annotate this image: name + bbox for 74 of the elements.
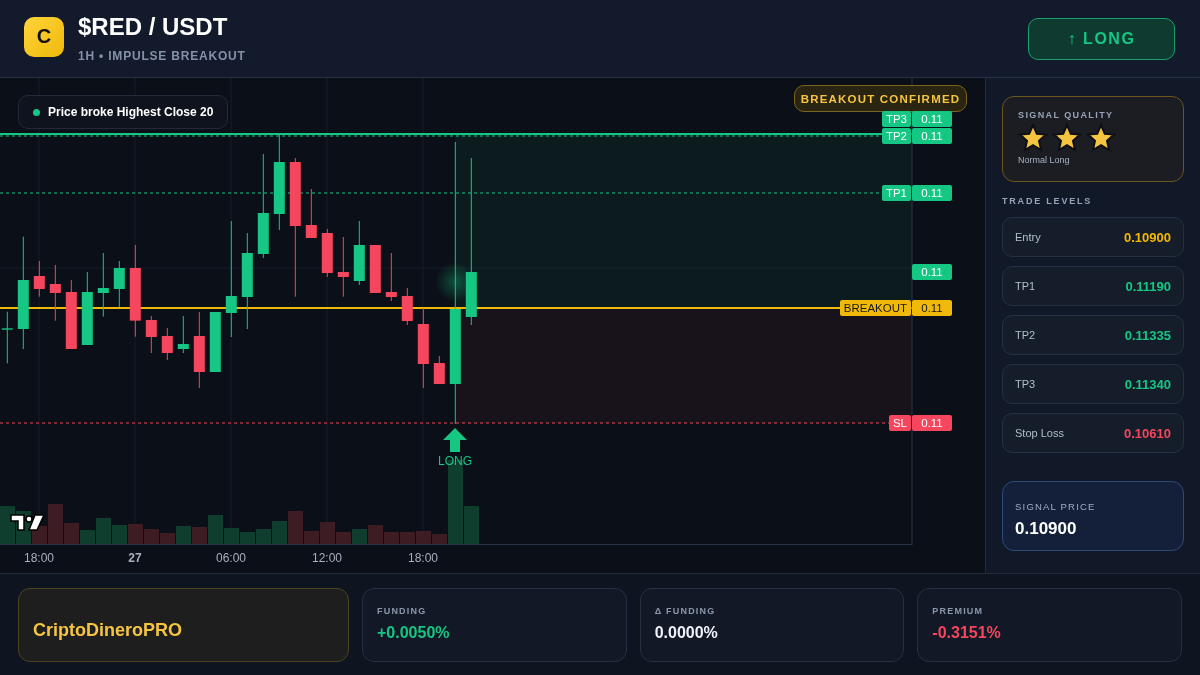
candlestick	[177, 315, 189, 354]
status-dot-icon	[33, 108, 40, 116]
section-heading: TRADE LEVELS	[1002, 196, 1094, 206]
level-value: 0.11190	[1125, 278, 1171, 294]
price-tag-value: 0.11	[912, 185, 952, 201]
candlestick	[321, 228, 333, 278]
level-label: TP1	[1015, 280, 1036, 292]
candlestick	[1, 311, 13, 364]
candlestick	[97, 252, 109, 318]
candlestick	[385, 252, 397, 302]
volume-bar	[112, 525, 127, 545]
long-button[interactable]: ↑ LONG	[1028, 17, 1175, 60]
candlestick	[305, 188, 317, 239]
price-tag-value: 0.11	[912, 415, 952, 431]
stat-value: -0.3151%	[932, 624, 1002, 642]
candlestick	[209, 311, 221, 373]
level-value: 0.11335	[1124, 327, 1171, 343]
brand-card: CriptoDineroPRO	[18, 588, 349, 662]
volume-bar	[128, 524, 143, 545]
time-axis-label: 18:00	[24, 551, 54, 565]
price-tag-value: 0.11	[912, 111, 952, 127]
level-label: Entry	[1015, 231, 1041, 243]
candlestick	[113, 260, 125, 308]
app-logo: C	[24, 16, 64, 57]
star-icon	[1052, 123, 1082, 153]
candlestick	[161, 327, 173, 361]
volume-bar	[144, 529, 159, 545]
level-value: 0.10610	[1124, 425, 1171, 441]
alert-text: Price broke Highest Close 20	[48, 105, 214, 119]
time-axis-label: 27	[128, 551, 142, 565]
price-tag-value: 0.11	[912, 128, 952, 144]
candlestick	[353, 220, 365, 286]
price-tag-value: 0.11	[912, 264, 952, 280]
strategy-subtitle: 1H • IMPULSE BREAKOUT	[78, 48, 246, 63]
stat-label: FUNDING	[377, 606, 428, 616]
candlestick	[433, 355, 445, 385]
level-label: TP2	[1015, 329, 1036, 341]
candlestick	[65, 279, 77, 350]
signal-price-value: 0.10900	[1015, 519, 1078, 539]
card-title: SIGNAL PRICE	[1015, 501, 1097, 512]
price-tag-label: TP3	[881, 111, 911, 127]
time-axis-label: 18:00	[408, 551, 438, 565]
star-icon	[1018, 123, 1048, 153]
price-tag-label: BREAKOUT	[839, 300, 911, 316]
price-tag-label: TP2	[881, 128, 911, 144]
time-axis-label: 06:00	[216, 551, 246, 565]
star-icon	[1086, 123, 1116, 153]
status-badge: BREAKOUT CONFIRMED	[794, 85, 967, 112]
card-title: SIGNAL QUALITY	[1018, 110, 1115, 120]
up-arrow-icon	[443, 428, 467, 452]
stat-label: PREMIUM	[932, 606, 985, 616]
volume-bar	[352, 529, 367, 545]
candlestick	[401, 287, 413, 326]
price-tag-value: 0.11	[912, 300, 952, 316]
candlestick	[369, 244, 381, 294]
level-value: 0.11340	[1124, 376, 1171, 392]
price-tag-label: TP1	[881, 185, 911, 201]
chart-logo-icon	[10, 514, 45, 532]
stat-value: +0.0050%	[377, 624, 451, 642]
time-axis-label: 12:00	[312, 551, 342, 565]
candlestick	[337, 236, 349, 298]
level-value: 0.10900	[1124, 229, 1171, 245]
candlestick	[49, 264, 61, 322]
candlestick	[145, 315, 157, 354]
pair-title: $RED / USDT	[78, 14, 229, 39]
volume-bar	[416, 531, 431, 545]
stat-value: 0.0000%	[654, 624, 719, 642]
candlestick	[33, 260, 45, 298]
price-tag-label: SL	[888, 415, 911, 431]
stat-label: Δ FUNDING	[654, 606, 717, 616]
level-label: TP3	[1015, 378, 1036, 390]
signal-label: LONG	[438, 454, 472, 468]
level-label: Stop Loss	[1015, 427, 1064, 439]
quality-label: Normal Long	[1018, 155, 1071, 165]
